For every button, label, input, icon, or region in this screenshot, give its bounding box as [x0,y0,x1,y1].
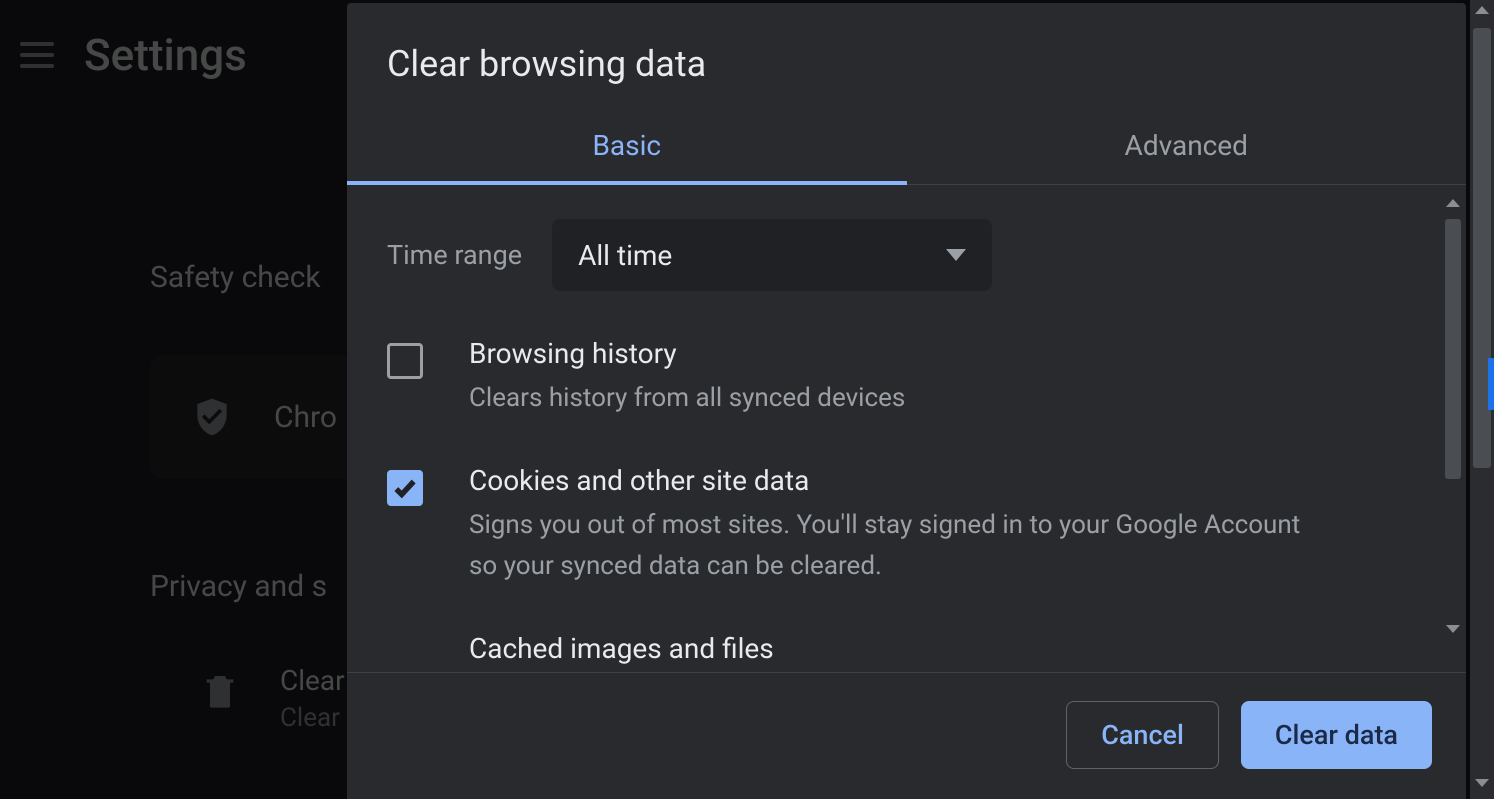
time-range-dropdown[interactable]: All time [552,219,992,291]
clear-row-sub: Clear [280,703,345,733]
time-range-label: Time range [387,239,522,271]
option-title: Cookies and other site data [469,464,1329,497]
check-icon [392,475,418,501]
dialog-tabs: Basic Advanced [347,115,1466,185]
scroll-up-icon [1475,6,1489,14]
option-cached: Cached images and files [387,632,1426,672]
safety-check-text: Chro [274,400,337,435]
dialog-scrollbar[interactable] [1442,195,1464,639]
scroll-up-icon [1446,199,1460,207]
option-title: Cached images and files [469,632,774,665]
checkbox-cookies[interactable] [387,470,423,506]
tab-advanced[interactable]: Advanced [907,115,1467,184]
menu-icon [20,42,54,68]
scroll-down-icon [1446,625,1460,633]
tab-basic[interactable]: Basic [347,115,907,184]
option-title: Browsing history [469,337,905,370]
focus-indicator [1488,358,1494,410]
checkbox-browsing-history[interactable] [387,343,423,379]
scroll-down-icon [1475,779,1489,787]
chevron-down-icon [946,249,966,261]
option-desc: Clears history from all synced devices [469,378,905,418]
dialog-title: Clear browsing data [387,43,1426,85]
shield-check-icon [190,395,234,439]
dialog-body: Time range All time Browsing history Cle… [347,185,1466,672]
clear-row-title: Clear [280,664,345,697]
option-browsing-history: Browsing history Clears history from all… [387,337,1426,418]
dialog-footer: Cancel Clear data [347,672,1466,799]
clear-browsing-data-dialog: Clear browsing data Basic Advanced Time … [347,3,1466,799]
trash-icon [200,668,240,714]
cancel-button[interactable]: Cancel [1066,701,1219,769]
time-range-value: All time [578,239,672,272]
option-cookies: Cookies and other site data Signs you ou… [387,464,1426,586]
clear-data-button[interactable]: Clear data [1241,701,1432,769]
scroll-thumb[interactable] [1445,219,1461,479]
page-title: Settings [84,29,247,81]
option-desc: Signs you out of most sites. You'll stay… [469,505,1329,586]
